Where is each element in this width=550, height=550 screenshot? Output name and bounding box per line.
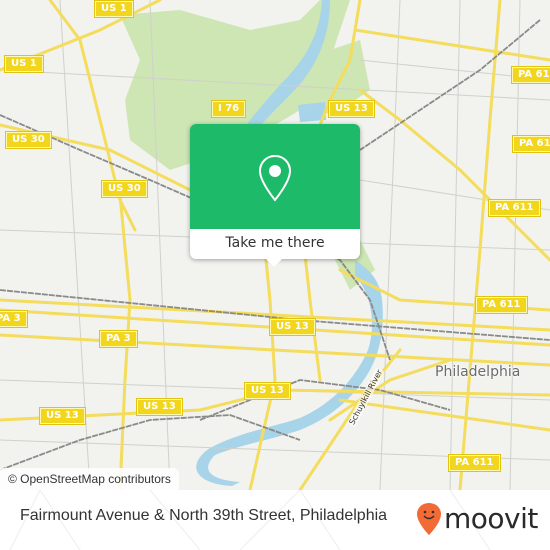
location-pin-icon [258,154,292,202]
road-shield: US 30 [6,132,51,148]
road-shield: PA 611 [489,200,540,216]
road-shield: PA 611 [512,67,550,83]
popup-pointer [265,258,283,267]
road-shield: PA 3 [0,311,27,327]
road-shield: US 13 [270,319,315,335]
stop-title: Fairmount Avenue & North 39th Street, Ph… [20,507,388,524]
road-shield: US 13 [329,101,374,117]
map[interactable]: US 1 US 1 US 30 US 30 I 76 US 13 PA 611 … [0,0,550,490]
road-shield: US 13 [137,399,182,415]
road-shield: US 13 [245,383,290,399]
road-shield: US 1 [95,1,133,17]
moovit-logo[interactable]: moovit [416,502,538,536]
footer: Fairmount Avenue & North 39th Street, Ph… [0,490,550,550]
road-shield: PA 611 [476,297,527,313]
road-shield: PA 3 [100,331,137,347]
river [196,260,383,486]
road-shield: US 1 [5,56,43,72]
road-shield: US 13 [40,408,85,424]
road-shield: PA 611 [449,455,500,471]
moovit-wordmark: moovit [444,502,538,535]
road-shield: PA 611 [513,136,550,152]
popup-header [190,124,360,229]
moovit-smiley-pin-icon [417,503,441,535]
city-label: Philadelphia [435,364,521,380]
location-popup: Take me there [190,124,360,267]
map-attribution[interactable]: © OpenStreetMap contributors [0,468,179,490]
road-shield: I 76 [212,101,246,117]
take-me-there-button[interactable]: Take me there [190,229,360,259]
road-shield: US 30 [102,181,147,197]
